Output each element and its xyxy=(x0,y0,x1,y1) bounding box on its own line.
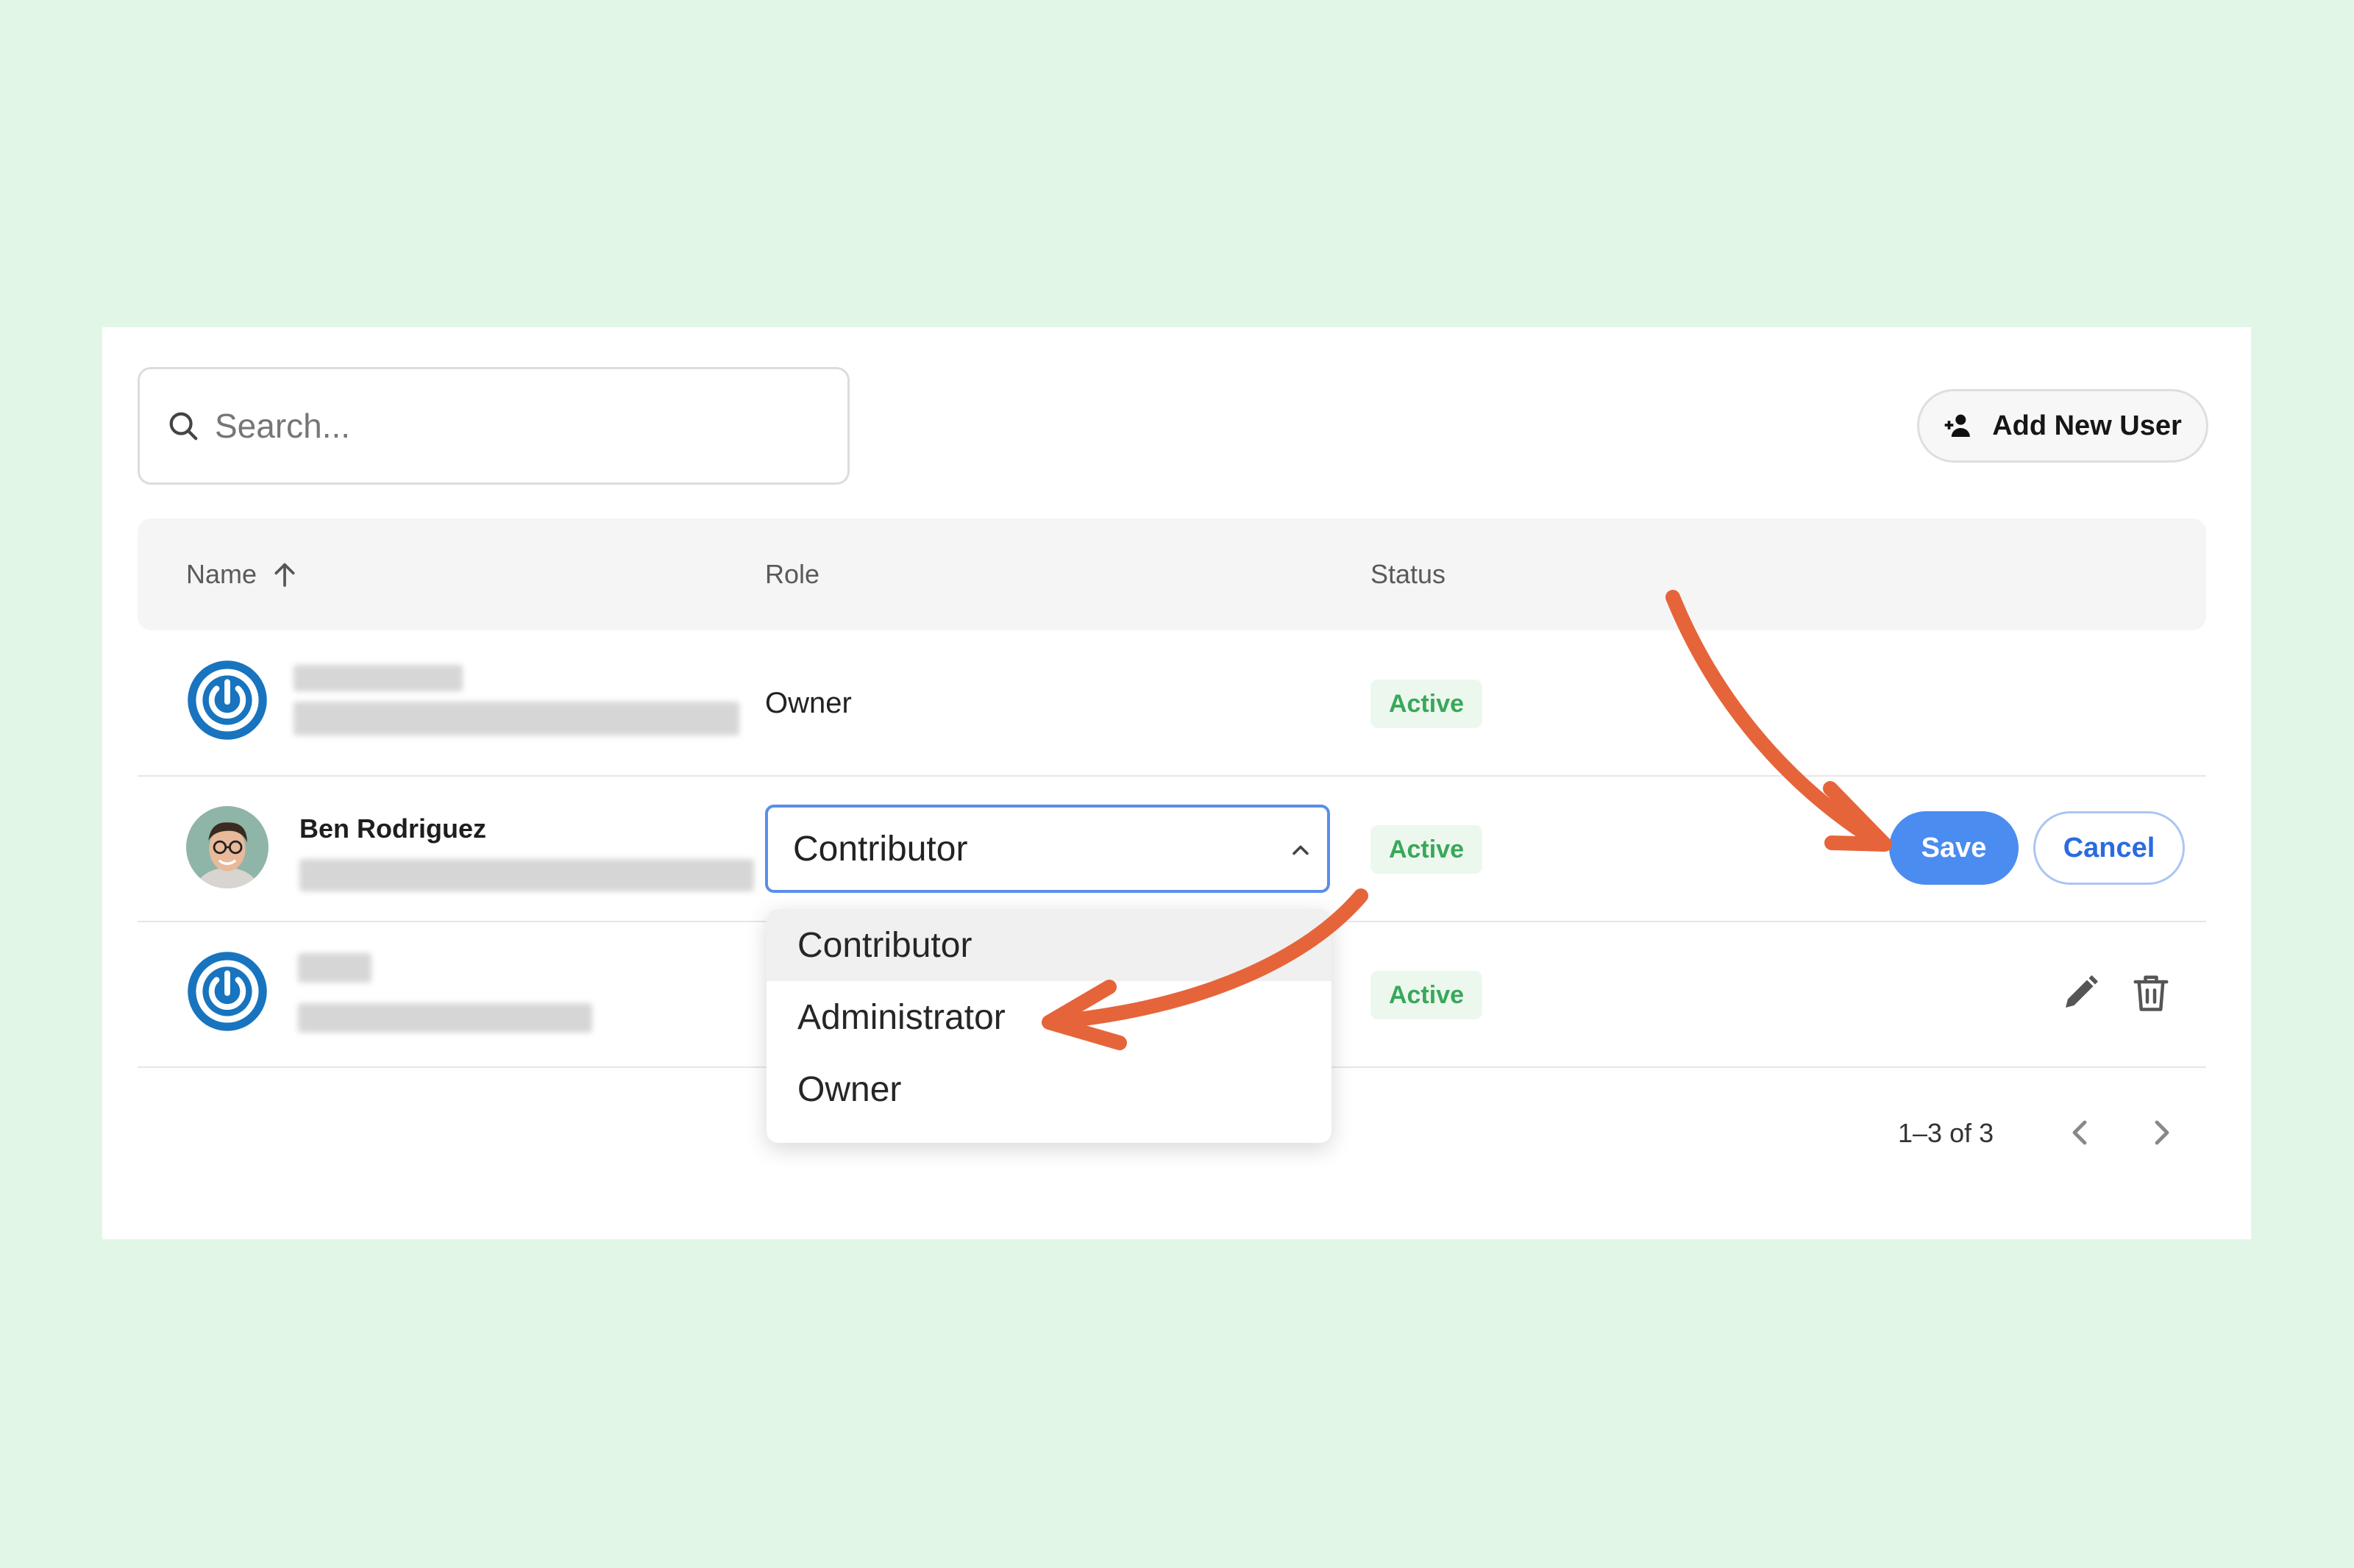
role-select[interactable]: Contributor xyxy=(765,805,1330,893)
status-badge: Active xyxy=(1370,680,1482,728)
avatar-logo-icon xyxy=(188,660,267,740)
add-user-button[interactable]: Add New User xyxy=(1917,389,2208,463)
table-row: Owner Active xyxy=(138,631,2206,777)
role-option-contributor[interactable]: Contributor xyxy=(767,909,1331,981)
column-header-status-label: Status xyxy=(1370,559,1446,589)
redacted-email xyxy=(299,859,754,891)
user-name: Ben Rodriguez xyxy=(299,813,487,844)
column-header-status: Status xyxy=(1370,518,1446,630)
trash-icon[interactable] xyxy=(2129,971,2173,1015)
role-option-owner[interactable]: Owner xyxy=(767,1053,1331,1125)
role-option-administrator[interactable]: Administrator xyxy=(767,981,1331,1053)
pagination-range: 1–3 of 3 xyxy=(1898,1118,1994,1148)
add-user-icon xyxy=(1944,414,1971,437)
column-header-role-label: Role xyxy=(765,559,820,589)
search-icon xyxy=(169,412,198,441)
user-photo xyxy=(186,806,269,888)
role-dropdown-menu: Contributor Administrator Owner xyxy=(767,909,1331,1143)
search-box[interactable] xyxy=(138,367,850,485)
column-header-name[interactable]: Name xyxy=(186,518,299,630)
role-text: Owner xyxy=(765,687,852,719)
chevron-right-icon[interactable] xyxy=(2144,1115,2179,1150)
chevron-left-icon[interactable] xyxy=(2063,1115,2098,1150)
column-header-role: Role xyxy=(765,518,819,630)
search-input[interactable] xyxy=(215,406,818,446)
status-badge: Active xyxy=(1370,971,1482,1019)
add-user-label: Add New User xyxy=(1992,410,2182,441)
cancel-button[interactable]: Cancel xyxy=(2033,811,2185,885)
role-select-value: Contributor xyxy=(793,829,968,869)
avatar xyxy=(186,806,269,888)
sort-ascending-icon[interactable] xyxy=(270,558,299,591)
redacted-name xyxy=(298,953,371,983)
save-button[interactable]: Save xyxy=(1889,811,2019,885)
redacted-email xyxy=(294,702,739,735)
redacted-name xyxy=(294,665,463,691)
table-header: Name Role Status xyxy=(138,518,2206,630)
avatar-logo-icon xyxy=(188,952,267,1031)
pencil-icon[interactable] xyxy=(2058,971,2102,1015)
redacted-email xyxy=(298,1003,592,1033)
status-badge: Active xyxy=(1370,825,1482,874)
column-header-name-label: Name xyxy=(186,559,257,589)
chevron-up-icon xyxy=(1292,845,1309,855)
